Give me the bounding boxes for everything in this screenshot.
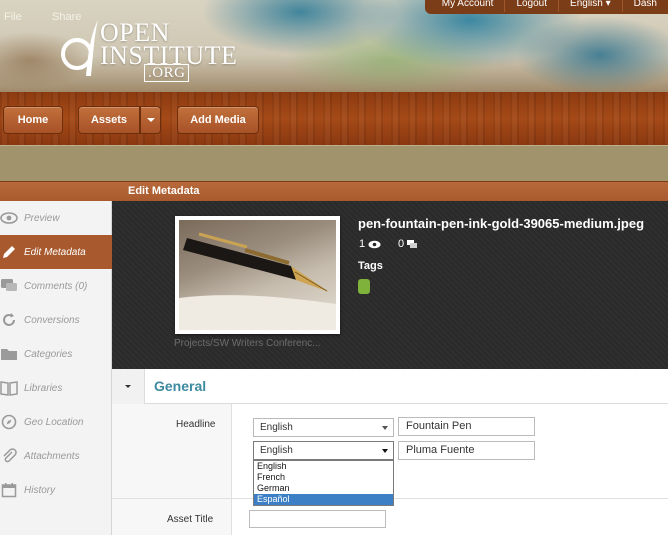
section-title: Edit Metadata bbox=[128, 185, 200, 197]
sidebar-item-label: Categories bbox=[24, 348, 73, 360]
views-count: 1 bbox=[359, 238, 381, 250]
sidebar-item-label: Comments (0) bbox=[24, 280, 88, 292]
comment-icon bbox=[407, 240, 418, 248]
chevron-down-icon bbox=[382, 426, 388, 430]
logo-text-org: .ORG bbox=[144, 64, 190, 82]
sidebar-item-attachments[interactable]: Attachments bbox=[0, 439, 112, 473]
dashboard-link[interactable]: Dash bbox=[621, 0, 668, 12]
book-icon bbox=[0, 380, 18, 396]
tag-chip[interactable] bbox=[358, 279, 370, 294]
home-button[interactable]: Home bbox=[3, 106, 63, 134]
sidebar-item-geo-location[interactable]: Geo Location bbox=[0, 405, 112, 439]
sidebar-item-conversions[interactable]: Conversions bbox=[0, 303, 112, 337]
headline-text-input-1[interactable]: Fountain Pen bbox=[398, 417, 535, 436]
headline-text-input-2[interactable]: Pluma Fuente bbox=[398, 441, 535, 460]
tags-label: Tags bbox=[358, 260, 383, 272]
action-bar bbox=[0, 145, 668, 181]
chevron-down-icon bbox=[146, 118, 155, 122]
pencil-icon bbox=[0, 244, 18, 260]
my-account-link[interactable]: My Account bbox=[431, 0, 505, 12]
language-dropdown-list[interactable]: English French German Español bbox=[253, 460, 394, 506]
dropdown-option-german[interactable]: German bbox=[254, 483, 393, 494]
quill-logo-icon bbox=[61, 20, 98, 76]
site-logo[interactable]: OPEN INSTITUTE .ORG bbox=[60, 14, 250, 86]
dropdown-option-espanol[interactable]: Español bbox=[254, 494, 393, 505]
headline-label: Headline bbox=[176, 419, 216, 430]
logout-link[interactable]: Logout bbox=[504, 0, 558, 12]
chevron-down-icon bbox=[382, 449, 388, 453]
compass-icon bbox=[0, 414, 18, 430]
asset-title-label: Asset Title bbox=[167, 514, 214, 525]
eye-icon bbox=[368, 240, 381, 248]
assets-button[interactable]: Assets bbox=[78, 106, 140, 134]
asset-folder-path: Projects/SW Writers Conferenc... bbox=[174, 338, 321, 349]
sidebar-item-label: Edit Metadata bbox=[24, 246, 86, 258]
sidebar-item-preview[interactable]: Preview bbox=[0, 201, 112, 235]
paperclip-icon bbox=[0, 448, 18, 464]
dropdown-option-english[interactable]: English bbox=[254, 461, 393, 472]
general-section-toggle[interactable] bbox=[112, 369, 145, 404]
select-value: English bbox=[260, 445, 293, 456]
select-value: English bbox=[260, 422, 293, 433]
sidebar-item-categories[interactable]: Categories bbox=[0, 337, 112, 371]
input-value: Pluma Fuente bbox=[406, 444, 475, 456]
file-menu[interactable]: File bbox=[4, 11, 22, 23]
section-header: Edit Metadata bbox=[0, 181, 668, 201]
sidebar-item-label: Conversions bbox=[24, 314, 80, 326]
comments-count-value: 0 bbox=[398, 238, 405, 250]
views-count-value: 1 bbox=[359, 238, 366, 250]
chevron-down-icon bbox=[125, 385, 131, 388]
general-section-title: General bbox=[154, 378, 207, 394]
sidebar-item-label: Geo Location bbox=[24, 416, 84, 428]
sidebar-item-edit-metadata[interactable]: Edit Metadata bbox=[0, 235, 120, 269]
dropdown-option-french[interactable]: French bbox=[254, 472, 393, 483]
top-account-nav: My Account Logout English ▾ Dash bbox=[424, 0, 668, 14]
eye-icon bbox=[0, 210, 18, 226]
input-value: Fountain Pen bbox=[406, 420, 472, 432]
asset-filename: pen-fountain-pen-ink-gold-39065-medium.j… bbox=[358, 216, 645, 231]
comments-count: 0 bbox=[398, 238, 418, 250]
add-media-button[interactable]: Add Media bbox=[177, 106, 259, 134]
calendar-icon bbox=[0, 482, 18, 498]
language-menu[interactable]: English ▾ bbox=[558, 0, 622, 12]
assets-dropdown-toggle[interactable] bbox=[140, 106, 161, 134]
sidebar-item-libraries[interactable]: Libraries bbox=[0, 371, 112, 405]
sidebar-item-label: Libraries bbox=[24, 382, 63, 394]
fountain-pen-image bbox=[179, 220, 336, 330]
share-menu[interactable]: Share bbox=[52, 11, 81, 23]
sidebar-item-comments[interactable]: Comments (0) bbox=[0, 269, 112, 303]
asset-title-input[interactable] bbox=[249, 510, 386, 528]
sidebar-item-label: History bbox=[24, 484, 56, 496]
sidebar-item-label: Preview bbox=[24, 212, 60, 224]
sidebar-item-label: Attachments bbox=[24, 450, 80, 462]
comment-icon bbox=[0, 278, 18, 294]
sidebar-item-history[interactable]: History bbox=[0, 473, 112, 507]
folder-icon bbox=[0, 346, 18, 362]
asset-thumbnail[interactable] bbox=[175, 216, 340, 334]
headline-language-select-2[interactable]: English bbox=[253, 441, 394, 460]
refresh-icon bbox=[0, 312, 18, 328]
headline-language-select-1[interactable]: English bbox=[253, 418, 394, 437]
